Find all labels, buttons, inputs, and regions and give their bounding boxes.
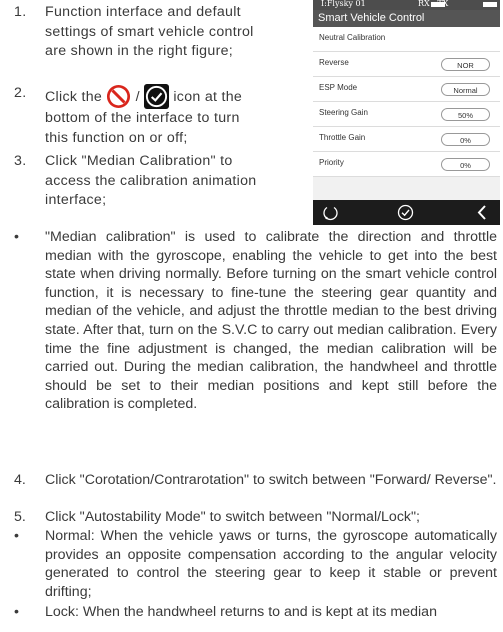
battery-icon (483, 2, 497, 7)
device-screen-figure: I:Flysky 01 RX TX Smart Vehicle Control … (313, 0, 500, 225)
step-text: Click the (45, 89, 103, 105)
menu-row-esp-mode[interactable]: ESP Mode Normal (313, 77, 500, 102)
step-5: 5. Click "Autostability Mode" to switch … (14, 508, 497, 527)
step-number: 2. (14, 85, 27, 101)
steering-gain-value[interactable]: 50% (441, 108, 490, 121)
step-text-line: are shown in the right figure; (45, 43, 234, 59)
step-number: 5. (14, 509, 26, 525)
paragraph-text: Click "Autostability Mode" to switch bet… (45, 509, 420, 525)
reset-icon[interactable] (322, 204, 339, 221)
paragraph-text: Lock: When the handwheel returns to and … (45, 604, 437, 620)
step-text-line: bottom of the interface to turn (45, 110, 240, 126)
step-text-line: this function on or off; (45, 129, 188, 146)
row-label: ESP Mode (319, 83, 358, 92)
enable-check-icon[interactable] (144, 84, 170, 109)
step-text: icon at the (173, 89, 243, 105)
paragraph-text: "Median calibration" is used to calibrat… (45, 229, 497, 413)
menu-row-neutral-calibration[interactable]: Neutral Calibration (313, 27, 500, 52)
status-model: I:Flysky 01 (321, 0, 366, 8)
row-label: Throttle Gain (319, 133, 366, 142)
screen-title: Smart Vehicle Control (313, 10, 500, 27)
row-label: Neutral Calibration (319, 33, 386, 42)
esp-mode-value[interactable]: Normal (441, 83, 490, 96)
bullet-mark: • (14, 229, 19, 245)
step-text-line: Click "Median Calibration" to (45, 153, 233, 169)
menu-row-steering-gain[interactable]: Steering Gain 50% (313, 102, 500, 127)
step-number: 4. (14, 472, 26, 488)
step-text-line: Function interface and default (45, 4, 241, 20)
confirm-check-icon[interactable] (397, 204, 414, 221)
battery-icon (431, 2, 445, 7)
reverse-value[interactable]: NOR (441, 58, 490, 71)
step-text-line: access the calibration animation (45, 172, 257, 189)
row-label: Reverse (319, 58, 349, 67)
manual-page: 1. Function interface and default settin… (0, 0, 503, 632)
status-bar: I:Flysky 01 RX TX (313, 0, 500, 10)
menu-row-reverse[interactable]: Reverse NOR (313, 52, 500, 77)
paragraph-text: Click "Corotation/Contrarotation" to swi… (45, 472, 497, 488)
paragraph-text: Normal: When the vehicle yaws or turns, … (45, 528, 497, 600)
row-label: Steering Gain (319, 108, 368, 117)
bullet-median-calibration: • "Median calibration" is used to calibr… (14, 228, 497, 414)
step-4: 4. Click "Corotation/Contrarotation" to … (14, 471, 497, 490)
priority-value[interactable]: 0% (441, 158, 490, 171)
menu-row-throttle-gain[interactable]: Throttle Gain 0% (313, 127, 500, 152)
menu-row-priority[interactable]: Priority 0% (313, 152, 500, 177)
bullet-lock-mode: • Lock: When the handwheel returns to an… (14, 603, 497, 622)
bullet-normal-mode: • Normal: When the vehicle yaws or turns… (14, 527, 497, 601)
step-number: 1. (14, 4, 27, 20)
icon-separator: / (135, 89, 140, 105)
disable-icon[interactable] (106, 84, 131, 109)
step-number: 3. (14, 153, 27, 169)
step-text-line: interface; (45, 192, 107, 208)
throttle-gain-value[interactable]: 0% (441, 133, 490, 146)
bottom-nav-bar (313, 200, 500, 225)
bullet-mark: • (14, 604, 19, 620)
step-text-line: settings of smart vehicle control (45, 23, 254, 40)
back-chevron-icon[interactable] (475, 204, 489, 221)
row-label: Priority (319, 158, 344, 167)
bullet-mark: • (14, 528, 19, 544)
